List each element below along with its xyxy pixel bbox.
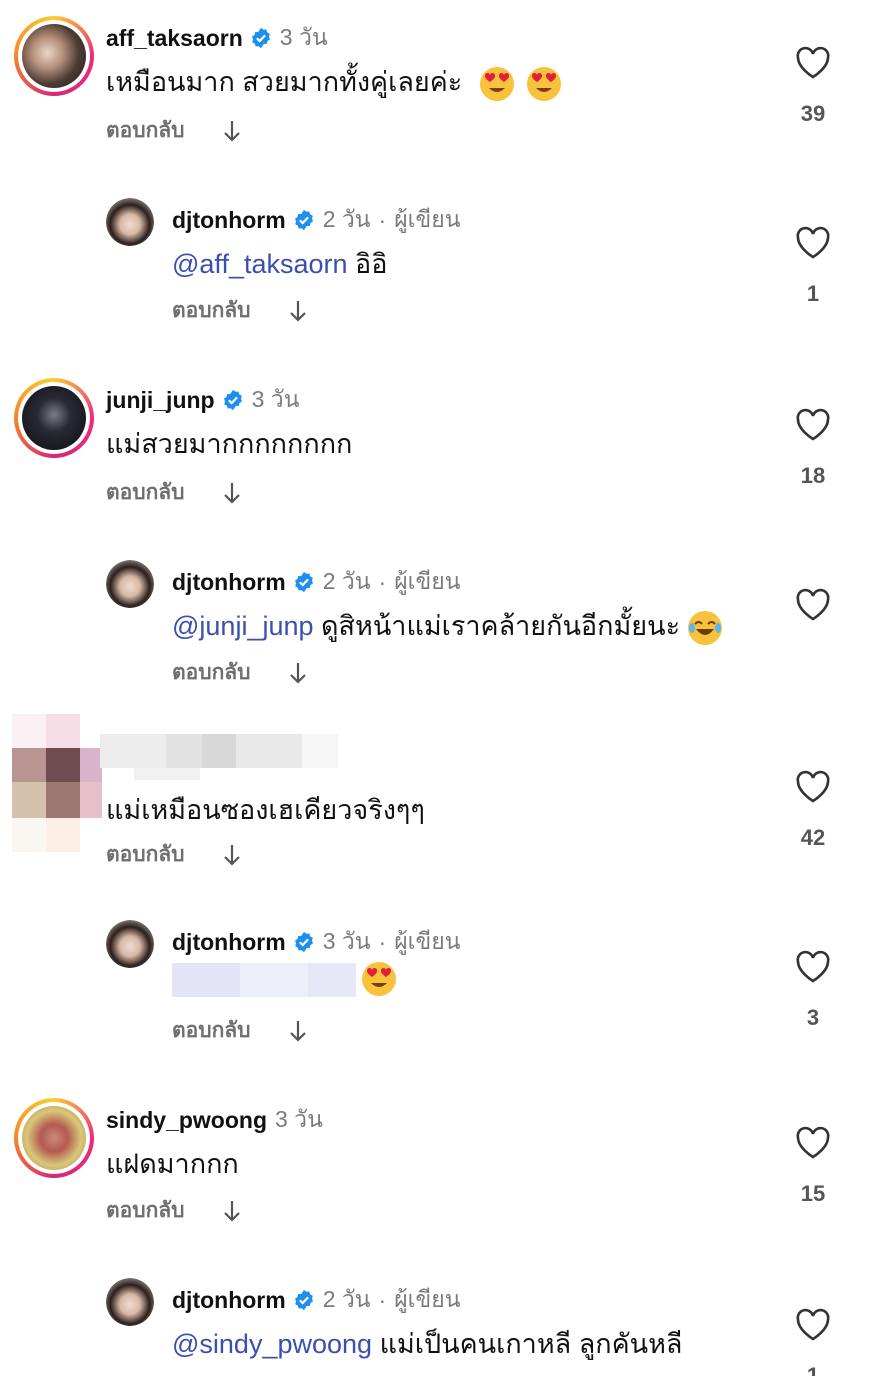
username[interactable]: djtonhorm [172,207,286,234]
arrow-down-icon[interactable] [223,482,241,504]
arrow-down-icon[interactable] [289,662,307,684]
author-label: ผู้เขียน [394,206,461,232]
heart-eyes-emoji [527,66,562,101]
reply-button[interactable]: ตอบกลับ [172,294,251,327]
avatar[interactable] [106,1278,154,1326]
like-count: 15 [800,1181,826,1206]
comment-text: @sindy_pwoong แม่เป็นคนเกาหลี ลูกคันหลี [172,1329,683,1359]
like-count: 18 [800,463,826,488]
like-count: 3 [806,1005,820,1030]
heart-eyes-emoji [362,962,396,996]
separator: · [378,568,387,595]
laughing-emoji [687,610,722,645]
verified-badge-icon [294,931,313,953]
timestamp: 2 วัน [322,1286,371,1312]
comment-text: แม่เหมือนซองเฮเคียวจริงๆๆ [106,795,425,825]
heart-outline-icon[interactable] [795,950,831,984]
comment-row: แม่เหมือนซองเฮเคียวจริงๆๆ ตอบกลับ 42 [0,710,870,900]
author-label: ผู้เขียน [394,1286,461,1312]
avatar[interactable] [14,16,94,96]
heart-outline-icon[interactable] [795,226,831,260]
comment-row: aff_taksaorn 3 วัน เหมือนมาก สวยมากทั้งค… [0,0,870,180]
author-label: ผู้เขียน [394,568,461,594]
timestamp: 3 วัน [275,1106,323,1132]
arrow-down-icon[interactable] [223,844,241,866]
reply-row: djtonhorm 3 วัน · ผู้เขียน ตอบกลับ 3 [0,900,870,1080]
mention-link[interactable]: @junji_junp [172,611,314,641]
avatar[interactable] [106,560,154,608]
username[interactable]: junji_junp [106,387,215,414]
avatar[interactable] [12,714,102,852]
author-label: ผู้เขียน [394,928,461,954]
timestamp: 3 วัน [251,386,300,412]
username[interactable]: djtonhorm [172,1287,286,1314]
heart-outline-icon[interactable] [795,1126,831,1160]
verified-badge-icon [294,1289,313,1311]
timestamp: 3 วัน [322,928,371,954]
timestamp: 2 วัน [322,206,371,232]
heart-eyes-emoji [479,66,514,101]
reply-button[interactable]: ตอบกลับ [106,1194,185,1227]
arrow-down-icon[interactable] [289,300,307,322]
avatar[interactable] [14,1098,94,1178]
heart-outline-icon[interactable] [795,588,831,622]
reply-button[interactable]: ตอบกลับ [106,838,185,871]
avatar[interactable] [106,198,154,246]
username[interactable]: sindy_pwoong [106,1107,267,1134]
username-redacted [100,734,338,780]
verified-badge-icon [223,389,242,411]
reply-row: djtonhorm 2 วัน · ผู้เขียน @aff_taksaorn… [0,180,870,360]
reply-row: djtonhorm 2 วัน · ผู้เขียน @sindy_pwoong… [0,1260,870,1376]
heart-outline-icon[interactable] [795,408,831,442]
comment-text: แฝดมากกก [106,1149,239,1179]
separator: · [378,928,387,955]
mention-link[interactable]: @sindy_pwoong [172,1329,372,1359]
separator: · [378,206,387,233]
comment-text: เหมือนมาก สวยมากทั้งคู่เลยค่ะ [106,60,562,103]
comment-text: @junji_junp ดูสิหน้าแม่เราคล้ายกันอีกมั้… [172,604,722,647]
heart-outline-icon[interactable] [795,46,831,80]
like-count: 42 [800,825,826,850]
arrow-down-icon[interactable] [289,1020,307,1042]
username[interactable]: djtonhorm [172,929,286,956]
reply-button[interactable]: ตอบกลับ [172,1014,251,1047]
comment-row: junji_junp 3 วัน แม่สวยมากกกกกกกก ตอบกลั… [0,360,870,540]
heart-outline-icon[interactable] [795,1308,831,1342]
separator: · [378,1286,387,1313]
username[interactable]: aff_taksaorn [106,25,243,52]
comment-text: แม่สวยมากกกกกกกก [106,429,353,459]
avatar[interactable] [106,920,154,968]
reply-button[interactable]: ตอบกลับ [172,656,251,689]
arrow-down-icon[interactable] [223,1200,241,1222]
mention-link[interactable]: @aff_taksaorn [172,249,348,279]
reply-button[interactable]: ตอบกลับ [106,476,185,509]
like-count: 1 [806,1363,820,1376]
mention-redacted [172,963,356,997]
avatar[interactable] [14,378,94,458]
comment-row: sindy_pwoong 3 วัน แฝดมากกก ตอบกลับ 15 [0,1080,870,1260]
verified-badge-icon [294,209,313,231]
arrow-down-icon[interactable] [223,120,241,142]
username[interactable]: djtonhorm [172,569,286,596]
like-count: 39 [800,101,826,126]
verified-badge-icon [251,27,270,49]
verified-badge-icon [294,571,313,593]
heart-outline-icon[interactable] [795,770,831,804]
timestamp: 2 วัน [322,568,371,594]
timestamp: 3 วัน [279,24,328,50]
like-count: 1 [806,281,820,306]
reply-button[interactable]: ตอบกลับ [106,114,185,147]
comment-text: @aff_taksaorn อิอิ [172,249,388,279]
reply-row: djtonhorm 2 วัน · ผู้เขียน @junji_junp ด… [0,540,870,720]
